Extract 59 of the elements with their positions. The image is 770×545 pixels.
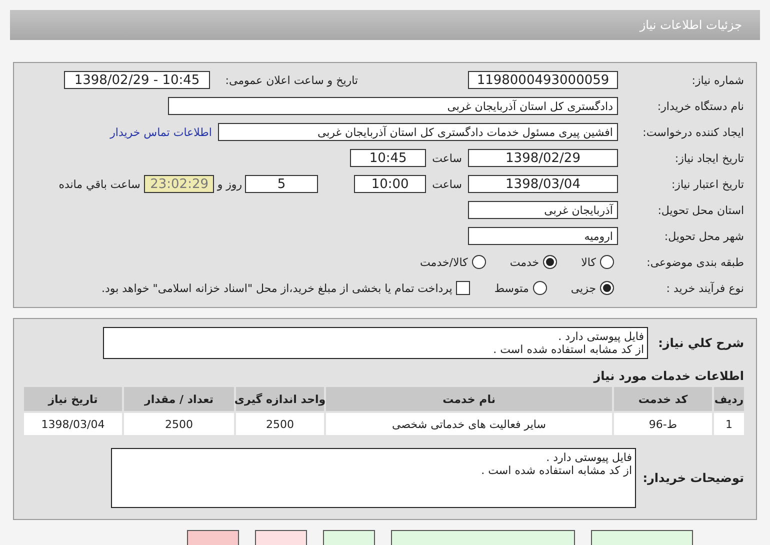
radio-button[interactable] [543,255,558,269]
field-label: ساعت باقي مانده [58,178,140,190]
column-header: ردیف [714,387,744,411]
field-label: شرح کلي نیاز: [657,336,745,350]
field-value: آذربایجان غربی [468,201,618,219]
table-cell: 1 [714,413,744,435]
field-label: شهر محل تحویل: [663,230,745,242]
field-value: دادگستری کل استان آذربایجان غربی [168,97,618,115]
field-label: ساعت [432,178,462,190]
field-label: تاریخ و ساعت اعلان عمومی: [224,74,359,86]
field-label: استان محل تحویل: [656,204,745,216]
checkbox[interactable] [456,281,470,295]
radio-button[interactable] [600,255,614,269]
table-cell: ط-96 [614,413,712,435]
radio-label: کالا [581,256,596,268]
field-label: ایجاد کننده درخواست: [642,126,745,138]
page-title: جزئیات اطلاعات نیاز [10,10,760,40]
field-label: نوع فرآیند خرید : [665,282,745,294]
field-value: 1398/02/29 - 10:45 [64,71,210,89]
radio-label: کالا/خدمت [420,256,468,268]
column-header: تاریخ نیاز [24,387,122,411]
notes-line: فایل پیوستی دارد . [545,451,632,464]
description-line: فایل پیوستی دارد . [557,330,644,343]
field-label: نام دستگاه خریدار: [656,100,745,112]
field-value: 10:00 [354,175,426,193]
field-label: شماره نیاز: [690,74,745,86]
field-value: 1398/03/04 [468,175,618,193]
radio-button[interactable] [472,255,486,269]
field-label: تاریخ ایجاد نیاز: [674,152,745,164]
field-value: 10:45 [350,149,426,167]
column-header: نام خدمت [326,387,612,411]
field-label: توضیحات خریدار: [642,471,745,485]
table-cell: سایر فعالیت های خدماتی شخصی [326,413,612,435]
radio-button[interactable] [600,281,614,295]
notes-line: از کد مشابه استفاده شده است . [480,464,632,477]
field-value: 1198000493000059 [468,71,618,89]
field-value: 5 [245,175,318,193]
field-value: ارومیه [468,227,618,245]
radio-button[interactable] [532,281,547,295]
table-cell: 1398/03/04 [24,413,122,435]
table-cell: 2500 [236,413,324,435]
field-label: تاریخ اعتبار نیاز: [670,178,745,190]
radio-label: جزیی [570,282,596,294]
field-label: روز و [217,178,242,190]
table-cell: 2500 [124,413,234,435]
section-title: اطلاعات خدمات مورد نیاز [592,368,745,385]
column-header: تعداد / مقدار [124,387,234,411]
contact-link[interactable]: اطلاعات تماس خریدار [110,126,212,138]
checkbox-label: پرداخت تمام یا بخشی از مبلغ خرید،از محل "اسناد خزانه اسلامی" خواهد بود. [102,282,452,294]
field-label: طبقه بندی موضوعی: [646,256,745,268]
column-header: کد خدمت [614,387,712,411]
field-value: افشین پیری مسئول خدمات دادگستری کل استان آذربایجان غربی [218,123,618,141]
column-header: واحد اندازه گیری [236,387,324,411]
countdown-value: 23:02:29 [144,175,214,193]
radio-label: متوسط [494,282,529,294]
description-line: از کد مشابه استفاده شده است . [492,343,644,356]
field-label: ساعت [432,152,462,164]
field-value: 1398/02/29 [468,149,618,167]
radio-label: خدمت [510,256,540,268]
